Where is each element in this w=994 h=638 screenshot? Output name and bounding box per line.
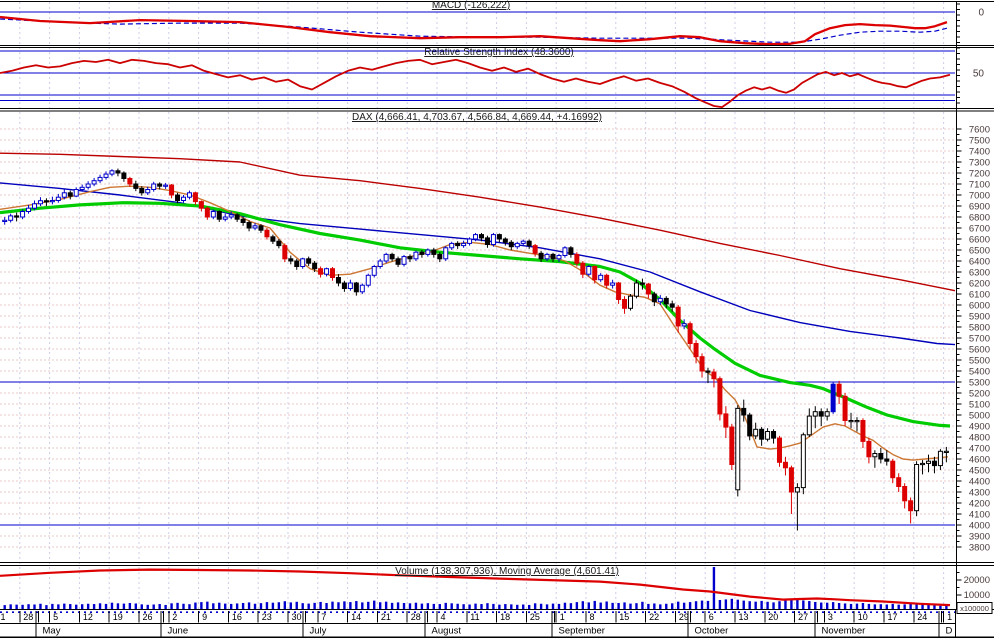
svg-text:4200: 4200 bbox=[969, 499, 990, 510]
svg-text:8: 8 bbox=[590, 612, 595, 622]
svg-text:20: 20 bbox=[768, 612, 778, 622]
svg-text:17: 17 bbox=[888, 612, 898, 622]
svg-text:5300: 5300 bbox=[969, 378, 990, 389]
svg-text:1: 1 bbox=[560, 612, 565, 622]
svg-text:4700: 4700 bbox=[969, 444, 990, 455]
svg-text:6300: 6300 bbox=[969, 268, 990, 279]
svg-text:15: 15 bbox=[619, 612, 629, 622]
svg-text:August: August bbox=[432, 626, 462, 637]
svg-text:27: 27 bbox=[798, 612, 808, 622]
svg-text:14: 14 bbox=[351, 612, 361, 622]
svg-text:4900: 4900 bbox=[969, 422, 990, 433]
svg-text:6700: 6700 bbox=[969, 224, 990, 235]
svg-text:3800: 3800 bbox=[969, 543, 990, 554]
svg-text:7500: 7500 bbox=[969, 136, 990, 147]
svg-text:4600: 4600 bbox=[969, 455, 990, 466]
svg-text:28: 28 bbox=[411, 612, 421, 622]
svg-text:5: 5 bbox=[53, 612, 58, 622]
svg-text:9: 9 bbox=[202, 612, 207, 622]
svg-text:5100: 5100 bbox=[969, 400, 990, 411]
svg-text:3900: 3900 bbox=[969, 532, 990, 543]
volume-panel-label[interactable]: Volume (138,307,936), Moving Average (4,… bbox=[395, 566, 619, 577]
svg-text:5400: 5400 bbox=[969, 367, 990, 378]
rsi-panel bbox=[0, 50, 955, 108]
svg-text:4100: 4100 bbox=[969, 510, 990, 521]
svg-text:2: 2 bbox=[172, 612, 177, 622]
svg-text:23: 23 bbox=[262, 612, 272, 622]
svg-text:50: 50 bbox=[973, 69, 985, 80]
svg-text:11: 11 bbox=[470, 612, 479, 622]
svg-text:19: 19 bbox=[113, 612, 123, 622]
svg-text:6500: 6500 bbox=[969, 246, 990, 257]
svg-text:1: 1 bbox=[947, 612, 952, 622]
svg-text:4300: 4300 bbox=[969, 488, 990, 499]
svg-text:4: 4 bbox=[441, 612, 446, 622]
svg-text:5500: 5500 bbox=[969, 356, 990, 367]
svg-text:25: 25 bbox=[530, 612, 540, 622]
right-axis: 0503800390040004100420043004400450046004… bbox=[956, 3, 993, 614]
date-axis: 1 28 5 12 19 26 2 9 16 23 30 7 14 21 28 4 11 18 25 1 8 15 22 29… bbox=[0, 610, 994, 638]
svg-text:7600: 7600 bbox=[969, 125, 990, 136]
svg-text:0: 0 bbox=[978, 8, 984, 19]
svg-text:7200: 7200 bbox=[969, 169, 990, 180]
svg-text:6: 6 bbox=[709, 612, 714, 622]
svg-text:4800: 4800 bbox=[969, 433, 990, 444]
svg-text:3: 3 bbox=[828, 612, 833, 622]
svg-text:18: 18 bbox=[500, 612, 510, 622]
svg-text:6000: 6000 bbox=[969, 301, 990, 312]
svg-text:4000: 4000 bbox=[969, 521, 990, 532]
svg-text:10: 10 bbox=[858, 612, 868, 622]
svg-text:November: November bbox=[822, 626, 866, 637]
svg-text:5600: 5600 bbox=[969, 345, 990, 356]
svg-text:6200: 6200 bbox=[969, 279, 990, 290]
svg-text:24: 24 bbox=[917, 612, 927, 622]
svg-text:5000: 5000 bbox=[969, 411, 990, 422]
svg-text:30: 30 bbox=[292, 612, 302, 622]
rsi-panel-label[interactable]: Relative Strength Index (48.3600) bbox=[424, 47, 574, 58]
grid bbox=[0, 2, 955, 609]
svg-text:May: May bbox=[43, 626, 61, 637]
price-panel bbox=[0, 152, 956, 531]
svg-text:x100000: x100000 bbox=[960, 604, 989, 613]
svg-text:4400: 4400 bbox=[969, 477, 990, 488]
svg-text:16: 16 bbox=[232, 612, 242, 622]
svg-text:D: D bbox=[946, 626, 953, 637]
svg-text:10000: 10000 bbox=[964, 590, 990, 601]
svg-text:28: 28 bbox=[23, 612, 33, 622]
svg-text:26: 26 bbox=[143, 612, 153, 622]
svg-text:7300: 7300 bbox=[969, 158, 990, 169]
chart-canvas[interactable]: 0503800390040004100420043004400450046004… bbox=[0, 0, 994, 638]
macd-panel bbox=[0, 11, 955, 46]
svg-text:July: July bbox=[310, 626, 327, 637]
svg-text:6600: 6600 bbox=[969, 235, 990, 246]
stock-chart-window: 0 50 3800 3900 4000 4100 4200 4300 4400 4500 4600 4… bbox=[0, 0, 994, 638]
svg-text:7000: 7000 bbox=[969, 191, 990, 202]
svg-text:5800: 5800 bbox=[969, 323, 990, 334]
svg-text:22: 22 bbox=[649, 612, 659, 622]
macd-panel-label[interactable]: MACD (-126,222) bbox=[432, 0, 510, 11]
svg-text:13: 13 bbox=[739, 612, 749, 622]
svg-text:21: 21 bbox=[381, 612, 391, 622]
svg-text:6900: 6900 bbox=[969, 202, 990, 213]
svg-text:7100: 7100 bbox=[969, 180, 990, 191]
svg-text:12: 12 bbox=[83, 612, 93, 622]
svg-text:5900: 5900 bbox=[969, 312, 990, 323]
svg-text:October: October bbox=[695, 626, 729, 637]
svg-text:20000: 20000 bbox=[964, 575, 990, 586]
svg-text:6100: 6100 bbox=[969, 290, 990, 301]
dax-quote-label[interactable]: DAX (4,666.41, 4,703.67, 4,566.84, 4,669… bbox=[352, 112, 602, 123]
svg-text:June: June bbox=[168, 626, 189, 637]
svg-text:7: 7 bbox=[321, 612, 326, 622]
svg-text:1: 1 bbox=[1, 612, 6, 622]
svg-text:4500: 4500 bbox=[969, 466, 990, 477]
svg-text:5200: 5200 bbox=[969, 389, 990, 400]
svg-text:7400: 7400 bbox=[969, 147, 990, 158]
svg-text:September: September bbox=[559, 626, 605, 637]
svg-text:6800: 6800 bbox=[969, 213, 990, 224]
svg-text:5700: 5700 bbox=[969, 334, 990, 345]
svg-text:6400: 6400 bbox=[969, 257, 990, 268]
